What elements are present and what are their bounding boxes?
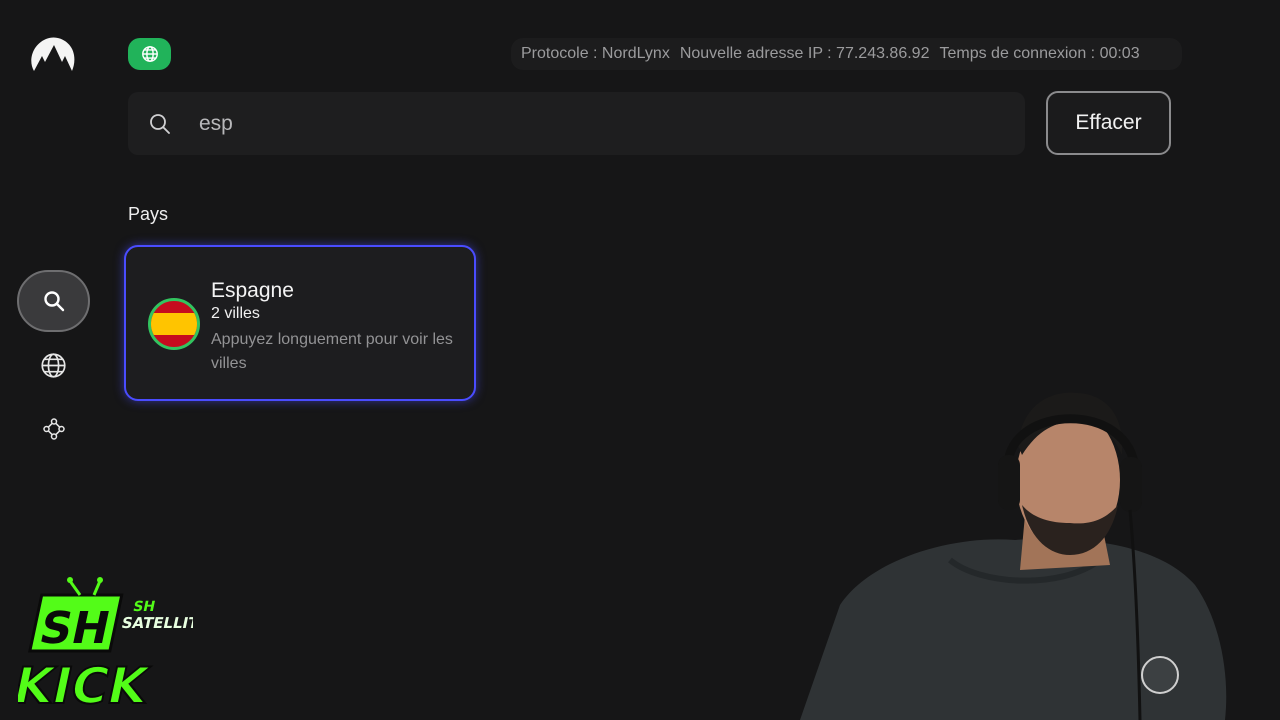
connection-time-text: Temps de connexion : 00:03 (939, 45, 1140, 62)
country-city-count: 2 villes (211, 305, 260, 322)
country-card-hint: Appuyez longuement pour voir les villes (211, 331, 453, 372)
search-icon (150, 113, 170, 134)
search-input[interactable] (197, 110, 977, 137)
vpn-status-indicator[interactable] (128, 38, 171, 70)
svg-text:SH: SH (35, 603, 114, 653)
svg-text:KICK: KICK (18, 657, 155, 715)
streamer-webcam-overlay (800, 392, 1227, 720)
app-window: Protocole : NordLynx Nouvelle adresse IP… (0, 0, 1280, 720)
globe-icon (141, 46, 158, 62)
search-bar[interactable] (128, 92, 1025, 155)
country-card-spain[interactable]: Espagne 2 villes Appuyez longuement pour… (124, 245, 476, 401)
search-icon (43, 291, 64, 312)
clear-button[interactable]: Effacer (1046, 91, 1171, 155)
sidebar-item-countries[interactable] (17, 334, 90, 396)
protocol-text: Protocole : NordLynx (521, 45, 670, 62)
svg-text:SATELLITE: SATELLITE (120, 614, 193, 632)
spain-flag-icon (148, 298, 200, 350)
nordvpn-logo-icon (31, 37, 75, 71)
channel-logo-overlay: SH SH SATELLITE KICK (18, 577, 193, 716)
ip-address-text: Nouvelle adresse IP : 77.243.86.92 (679, 45, 930, 62)
globe-icon (41, 352, 66, 378)
specialty-servers-icon (42, 418, 65, 440)
country-name: Espagne (211, 279, 294, 302)
sidebar-item-search[interactable] (17, 270, 90, 332)
connection-info-bar: Protocole : NordLynx Nouvelle adresse IP… (511, 38, 1182, 70)
svg-text:SH: SH (132, 599, 157, 615)
sidebar-item-specialty-servers[interactable] (17, 398, 90, 460)
section-title-countries: Pays (128, 204, 169, 224)
